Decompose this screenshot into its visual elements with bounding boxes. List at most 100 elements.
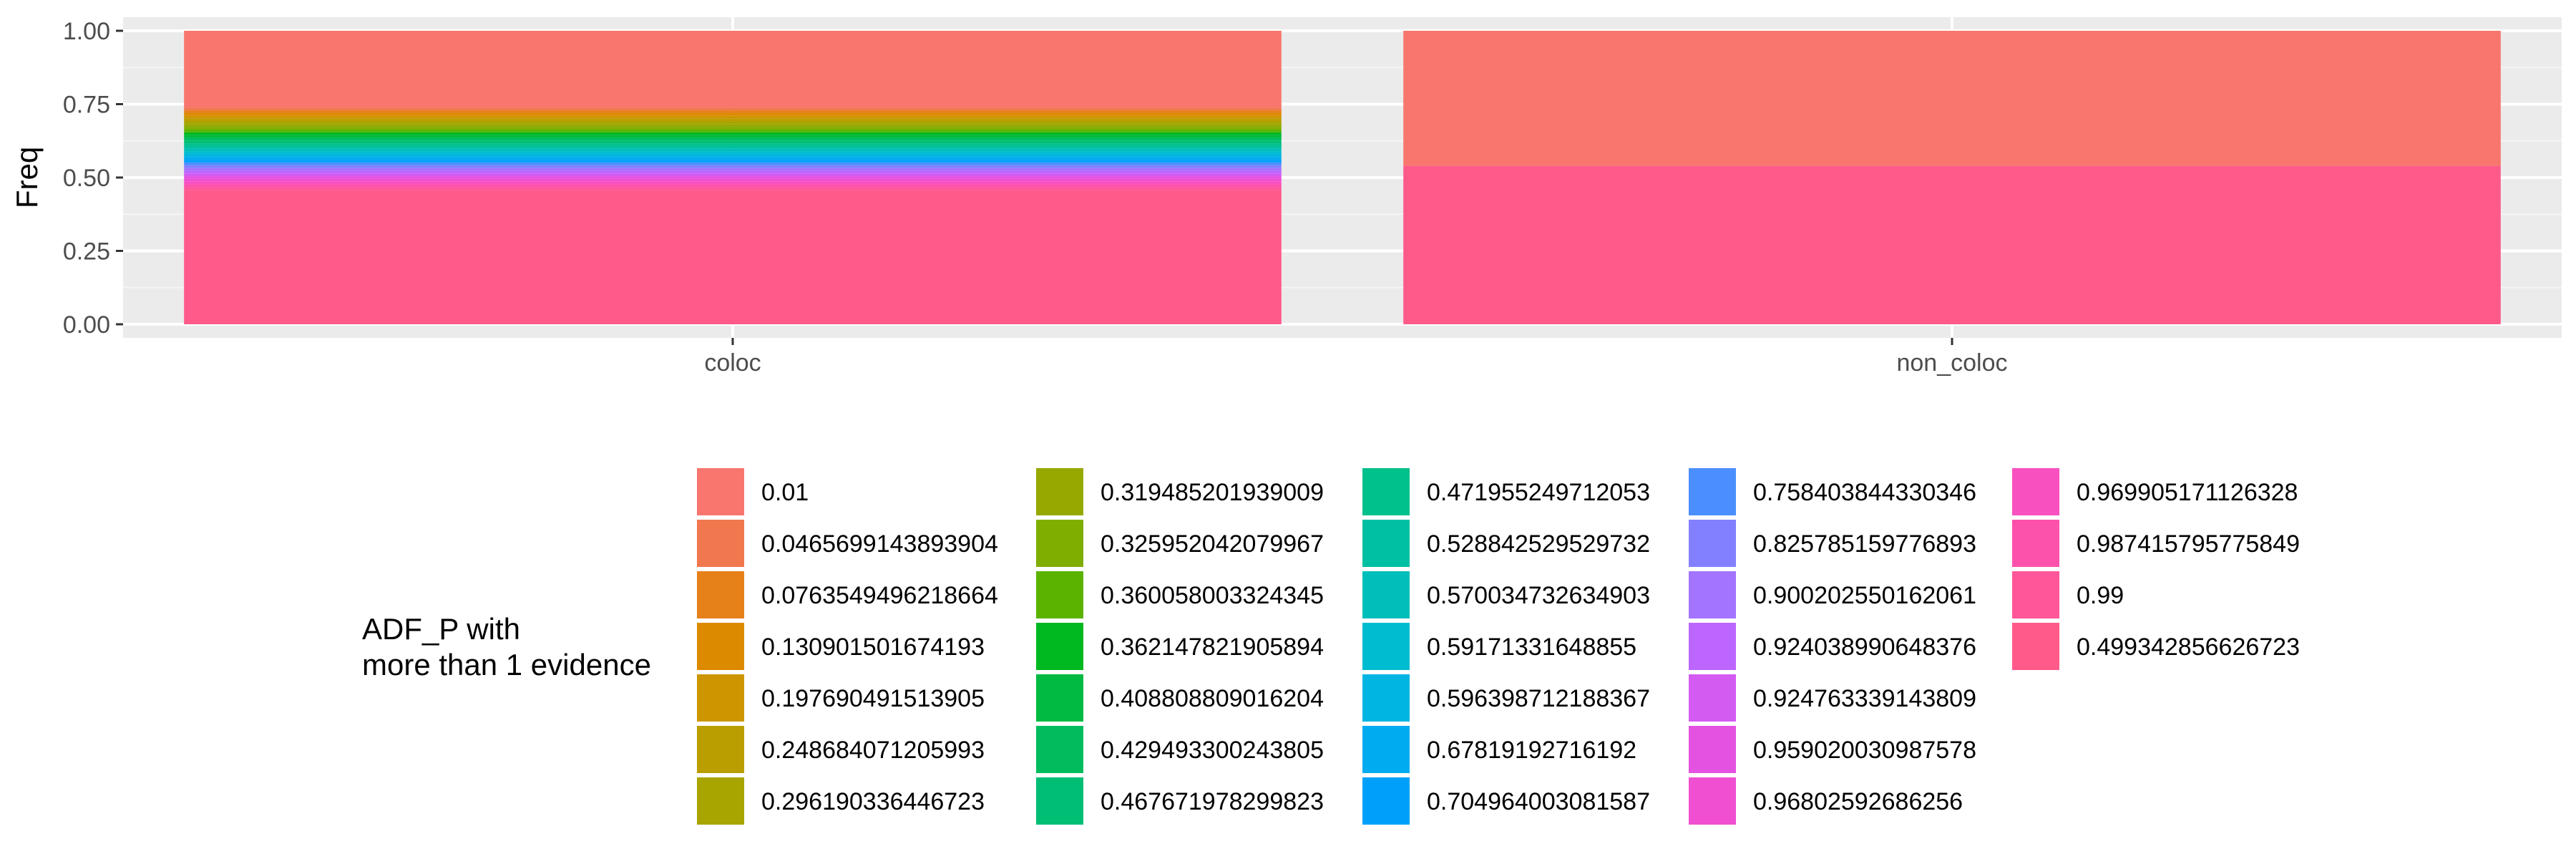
stacked-bar-chart: 0.00 0.25 0.50 0.75 1.00 coloc non_coloc Freq… bbox=[10, 17, 2562, 825]
legend-key bbox=[1362, 468, 1410, 515]
y-tick-label: 0.75 bbox=[63, 92, 110, 119]
legend-key bbox=[697, 520, 744, 567]
bar-segment bbox=[184, 181, 1282, 185]
legend-label: 0.197690491513905 bbox=[761, 685, 985, 712]
legend-label: 0.296190336446723 bbox=[761, 788, 985, 815]
legend-label: 0.59171331648855 bbox=[1427, 634, 1636, 661]
y-axis: 0.00 0.25 0.50 0.75 1.00 bbox=[63, 18, 123, 339]
legend-key bbox=[697, 571, 744, 618]
bar-segment bbox=[184, 148, 1282, 152]
legend-label: 0.408808809016204 bbox=[1101, 685, 1324, 712]
legend-label: 0.924763339143809 bbox=[1753, 685, 1976, 712]
legend-label: 0.471955249712053 bbox=[1427, 479, 1650, 506]
legend-label: 0.99 bbox=[2077, 582, 2124, 609]
legend-key bbox=[1036, 468, 1083, 515]
legend-key bbox=[1362, 674, 1410, 722]
bar-segment bbox=[1403, 31, 2501, 166]
legend-key bbox=[1036, 726, 1083, 773]
legend-key bbox=[1036, 571, 1083, 618]
legend-label: 0.0763549496218664 bbox=[761, 582, 998, 609]
legend-key bbox=[2012, 468, 2059, 515]
legend-key bbox=[1362, 726, 1410, 773]
legend-key bbox=[1689, 726, 1736, 773]
legend-label: 0.528842529529732 bbox=[1427, 530, 1650, 558]
bar-segment bbox=[184, 107, 1282, 111]
legend-label: 0.959020030987578 bbox=[1753, 737, 1976, 764]
y-tick-label: 1.00 bbox=[63, 18, 110, 45]
bar-segment bbox=[184, 115, 1282, 119]
bar-segment bbox=[184, 190, 1282, 324]
legend-label: 0.900202550162061 bbox=[1753, 582, 1976, 609]
bar-segment bbox=[184, 178, 1282, 182]
bar-segment bbox=[184, 170, 1282, 174]
bar-segment bbox=[1403, 165, 2501, 324]
legend-label: 0.969905171126328 bbox=[2077, 479, 2298, 506]
legend-label: 0.0465699143893904 bbox=[761, 530, 998, 558]
legend-label: 0.362147821905894 bbox=[1101, 634, 1324, 661]
legend-key bbox=[697, 777, 744, 825]
legend-key bbox=[697, 674, 744, 722]
legend-key bbox=[697, 468, 744, 515]
legend-label: 0.67819192716192 bbox=[1427, 737, 1636, 764]
legend-key bbox=[1362, 623, 1410, 670]
legend-key bbox=[1362, 571, 1410, 618]
legend-label: 0.825785159776893 bbox=[1753, 530, 1976, 558]
bar-segment bbox=[184, 160, 1282, 162]
bar-segment bbox=[184, 127, 1282, 130]
legend-key bbox=[1362, 777, 1410, 825]
legend-label: 0.429493300243805 bbox=[1101, 737, 1324, 764]
legend-key bbox=[697, 623, 744, 670]
bar-segment bbox=[184, 135, 1282, 138]
legend: ADF_P with more than 1 evidence 0.01 0.04… bbox=[362, 468, 2300, 825]
x-tick-label: coloc bbox=[704, 349, 761, 377]
legend-key bbox=[1036, 623, 1083, 670]
legend-label: 0.360058003324345 bbox=[1101, 582, 1324, 609]
bar-segment bbox=[184, 187, 1282, 190]
bar-segment bbox=[184, 137, 1282, 141]
legend-key bbox=[2012, 520, 2059, 567]
y-axis-title: Freq bbox=[10, 147, 44, 208]
bar-segment bbox=[184, 165, 1282, 168]
legend-label: 0.130901501674193 bbox=[761, 634, 985, 661]
legend-label: 0.01 bbox=[761, 479, 809, 506]
legend-key bbox=[1362, 520, 1410, 567]
bar-segment bbox=[184, 151, 1282, 155]
bar-segment bbox=[184, 132, 1282, 135]
bar-segment bbox=[184, 129, 1282, 132]
bar-segment bbox=[184, 31, 1282, 108]
legend-label: 0.596398712188367 bbox=[1427, 685, 1650, 712]
legend-key bbox=[1689, 674, 1736, 722]
legend-key bbox=[1036, 777, 1083, 825]
legend-label: 0.499342856626723 bbox=[2077, 634, 2300, 661]
bar-segment bbox=[184, 110, 1282, 113]
legend-label: 0.248684071205993 bbox=[761, 737, 985, 764]
legend-label: 0.704964003081587 bbox=[1427, 788, 1650, 815]
bar-segment bbox=[184, 121, 1282, 125]
bar-segment bbox=[184, 118, 1282, 122]
legend-key bbox=[1036, 520, 1083, 567]
legend-key bbox=[697, 726, 744, 773]
legend-key bbox=[1689, 571, 1736, 618]
legend-key bbox=[1689, 777, 1736, 825]
legend-key bbox=[1689, 468, 1736, 515]
legend-label: 0.758403844330346 bbox=[1753, 479, 1976, 506]
bar-segment bbox=[184, 124, 1282, 127]
legend-label: 0.570034732634903 bbox=[1427, 582, 1650, 609]
bar-segment bbox=[184, 184, 1282, 188]
legend-label: 0.325952042079967 bbox=[1101, 530, 1324, 558]
legend-label: 0.96802592686256 bbox=[1753, 788, 1963, 815]
legend-label: 0.467671978299823 bbox=[1101, 788, 1324, 815]
bar-segment bbox=[184, 154, 1282, 157]
legend-label: 0.987415795775849 bbox=[2077, 530, 2300, 558]
bar-segment bbox=[184, 173, 1282, 177]
legend-key bbox=[1036, 674, 1083, 722]
bar-segment bbox=[184, 145, 1282, 149]
bar-segment bbox=[184, 162, 1282, 165]
bar-segment bbox=[184, 157, 1282, 160]
legend-key bbox=[2012, 623, 2059, 670]
legend-title-line-2: more than 1 evidence bbox=[362, 648, 651, 681]
legend-label: 0.924038990648376 bbox=[1753, 634, 1976, 661]
legend-key bbox=[1689, 520, 1736, 567]
bar-segment bbox=[184, 112, 1282, 116]
legend-key bbox=[1689, 623, 1736, 670]
